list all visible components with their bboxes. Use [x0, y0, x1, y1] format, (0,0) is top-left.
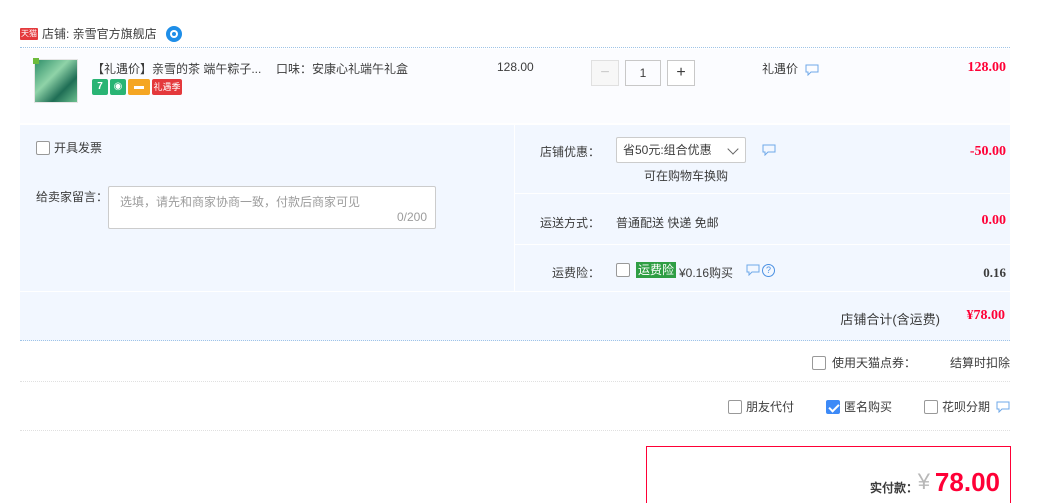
insurance-icons: ? — [746, 264, 775, 277]
shipping-method: 普通配送 快递 免邮 — [616, 216, 719, 230]
invoice-option[interactable]: 开具发票 — [36, 139, 102, 156]
gift-price-label: 礼遇价 — [762, 60, 819, 77]
card-payment-icon: ▬ — [128, 79, 150, 95]
coupon-note: 可在购物车换购 — [644, 169, 729, 183]
comment-icon[interactable] — [996, 401, 1010, 413]
payment-options-row: 朋友代付 匿名购买 花呗分期 — [20, 383, 1010, 431]
product-thumbnail[interactable] — [34, 59, 78, 103]
message-placeholder: 选填，请先和商家协商一致，付款后商家可见 — [120, 195, 361, 209]
friend-pay-label[interactable]: 朋友代付 — [746, 398, 794, 415]
item-subtotal: 128.00 — [967, 60, 1007, 75]
insurance-tag: 运费险 — [636, 262, 677, 278]
points-option[interactable]: 使用天猫点券： 结算时扣除 — [811, 354, 1010, 371]
shop-total-label: 店铺合计(含运费) — [840, 312, 940, 327]
actual-pay-amount: 78.00 — [934, 467, 1000, 497]
gift-season-icon: 礼遇季 — [152, 79, 182, 95]
seven-day-return-icon: 7 — [92, 79, 108, 95]
order-options-panel: 开具发票 给卖家留言： 选填，请先和商家协商一致，付款后商家可见 0/200 店… — [20, 125, 1010, 291]
huabei-checkbox[interactable] — [923, 399, 938, 414]
row-divider — [515, 244, 1010, 245]
product-badges: 7 ◉ ▬ 礼遇季 — [92, 79, 182, 95]
friend-pay-checkbox[interactable] — [727, 399, 742, 414]
insurance-price: ¥0.16购买 — [679, 266, 734, 280]
actual-pay-box: 实付款： ¥ 78.00 — [646, 446, 1011, 503]
insurance-amount: 0.16 — [983, 265, 1006, 280]
coupon-select[interactable]: 省50元:组合优惠 — [616, 137, 746, 163]
huabei-label[interactable]: 花呗分期 — [942, 398, 990, 415]
coupon-selected-value: 省50元:组合优惠 — [623, 143, 712, 157]
points-note: 结算时扣除 — [949, 356, 1010, 370]
guarantee-icon: ◉ — [110, 79, 126, 95]
row-divider — [515, 193, 1010, 194]
quantity-input[interactable]: 1 — [625, 60, 661, 86]
message-label: 给卖家留言： — [36, 190, 109, 204]
product-sku: 口味：安康心礼端午礼盒 — [276, 62, 409, 76]
shop-header: 天猫 店铺: 亲雪官方旗舰店 — [20, 20, 1010, 48]
comment-icon[interactable] — [746, 264, 760, 276]
message-char-count: 0/200 — [396, 210, 427, 224]
unit-price: 128.00 — [497, 60, 534, 74]
points-row: 使用天猫点券： 结算时扣除 — [20, 342, 1010, 382]
seller-message-input[interactable]: 选填，请先和商家协商一致，付款后商家可见 0/200 — [108, 186, 436, 229]
actual-pay-label: 实付款： — [869, 481, 918, 495]
insurance-label: 运费险： — [552, 266, 601, 280]
product-title-link[interactable]: 【礼遇价】亲雪的茶 端午粽子... — [92, 60, 261, 77]
quantity-stepper: − 1 + — [591, 60, 695, 86]
comment-icon[interactable] — [805, 64, 819, 76]
wangwang-chat-icon[interactable] — [165, 25, 183, 43]
discount-amount: -50.00 — [969, 144, 1006, 159]
shop-total-row: 店铺合计(含运费) ¥78.00 — [20, 292, 1010, 341]
comment-icon[interactable] — [762, 144, 776, 156]
chevron-down-icon — [727, 143, 739, 155]
points-label: 使用天猫点券： — [831, 356, 916, 370]
quantity-decrease-button[interactable]: − — [591, 60, 619, 86]
panel-divider — [514, 125, 515, 291]
order-item-row: 【礼遇价】亲雪的茶 端午粽子... 7 ◉ ▬ 礼遇季 口味：安康心礼端午礼盒 … — [20, 49, 1010, 123]
points-checkbox[interactable] — [811, 355, 826, 370]
tmall-logo-icon: 天猫 — [20, 27, 38, 40]
anonymous-checkbox[interactable] — [825, 399, 840, 414]
payment-options: 朋友代付 匿名购买 花呗分期 — [727, 398, 1010, 415]
insurance-checkbox[interactable] — [616, 263, 630, 277]
currency-symbol: ¥ — [917, 469, 930, 494]
quantity-increase-button[interactable]: + — [667, 60, 695, 86]
gift-price-text: 礼遇价 — [762, 62, 799, 76]
shipping-label: 运送方式： — [540, 216, 601, 230]
invoice-label: 开具发票 — [54, 141, 103, 155]
help-icon[interactable]: ? — [762, 264, 775, 277]
thumbnail-tag-icon — [33, 58, 39, 64]
shop-name-link[interactable]: 店铺: 亲雪官方旗舰店 — [42, 25, 157, 42]
invoice-checkbox[interactable] — [36, 140, 50, 155]
shop-total-value: ¥78.00 — [966, 308, 1006, 323]
anonymous-label[interactable]: 匿名购买 — [844, 398, 892, 415]
shipping-amount: 0.00 — [981, 213, 1007, 228]
coupon-label: 店铺优惠： — [540, 145, 601, 159]
